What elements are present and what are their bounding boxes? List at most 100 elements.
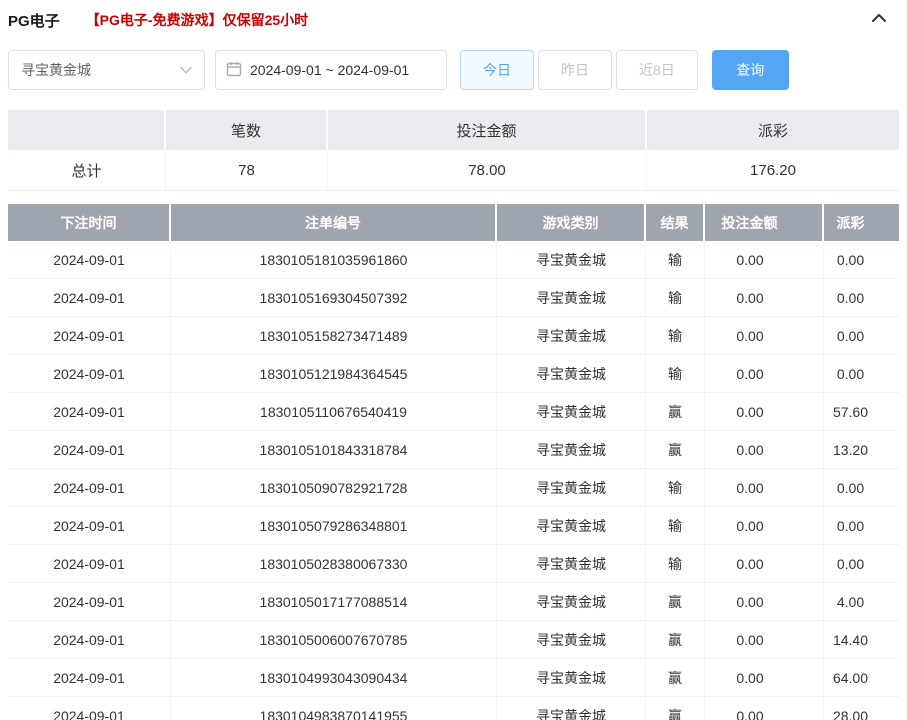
cell-bet-amount: 0.00: [705, 621, 824, 658]
col-header-order-id: 注单编号: [171, 204, 497, 241]
cell-bet-amount: 0.00: [705, 241, 824, 278]
cell-bet-time: 2024-09-01: [8, 697, 171, 720]
quick-button-today[interactable]: 今日: [460, 50, 534, 90]
table-row: 2024-09-011830105101843318784寻宝黄金城赢0.001…: [8, 431, 899, 469]
cell-bet-amount: 0.00: [705, 393, 824, 430]
cell-bet-amount: 0.00: [705, 431, 824, 468]
table-row: 2024-09-011830105028380067330寻宝黄金城输0.000…: [8, 545, 899, 583]
filter-bar: 寻宝黄金城 2024-09-01 ~ 2024-09-01 今日 昨日 近8日 …: [8, 50, 899, 90]
cell-bet-time: 2024-09-01: [8, 507, 171, 544]
summary-total-label: 总计: [8, 150, 166, 190]
cell-bet-time: 2024-09-01: [8, 469, 171, 506]
cell-order-id: 1830105110676540419: [171, 393, 497, 430]
cell-bet-amount: 0.00: [705, 697, 824, 720]
cell-order-id: 1830105006007670785: [171, 621, 497, 658]
table-row: 2024-09-011830105158273471489寻宝黄金城输0.000…: [8, 317, 899, 355]
table-row: 2024-09-011830104983870141955寻宝黄金城赢0.002…: [8, 697, 899, 720]
cell-game-type: 寻宝黄金城: [497, 279, 646, 316]
cell-bet-time: 2024-09-01: [8, 317, 171, 354]
summary-header-payout: 派彩: [647, 110, 899, 150]
cell-game-type: 寻宝黄金城: [497, 317, 646, 354]
panel-header: PG电子 【PG电子-免费游戏】仅保留25小时: [0, 0, 907, 40]
cell-game-type: 寻宝黄金城: [497, 355, 646, 392]
date-range-input[interactable]: 2024-09-01 ~ 2024-09-01: [215, 50, 447, 90]
col-header-result: 结果: [646, 204, 705, 241]
cell-result: 赢: [646, 659, 705, 696]
date-range-value: 2024-09-01 ~ 2024-09-01: [250, 62, 409, 78]
collapse-panel-button[interactable]: [871, 11, 887, 29]
cell-payout: 0.00: [824, 507, 899, 544]
cell-bet-time: 2024-09-01: [8, 659, 171, 696]
cell-result: 输: [646, 241, 705, 278]
cell-bet-amount: 0.00: [705, 583, 824, 620]
col-header-game-type: 游戏类别: [497, 204, 646, 241]
cell-bet-amount: 0.00: [705, 659, 824, 696]
cell-result: 输: [646, 545, 705, 582]
cell-payout: 0.00: [824, 355, 899, 392]
search-button[interactable]: 查询: [712, 50, 789, 90]
cell-bet-time: 2024-09-01: [8, 431, 171, 468]
cell-order-id: 1830105101843318784: [171, 431, 497, 468]
summary-header-row: 笔数 投注金额 派彩: [8, 110, 899, 150]
cell-result: 赢: [646, 621, 705, 658]
summary-header-blank: [8, 110, 166, 150]
cell-game-type: 寻宝黄金城: [497, 621, 646, 658]
notice-text: 【PG电子-免费游戏】仅保留25小时: [86, 10, 308, 30]
cell-bet-time: 2024-09-01: [8, 279, 171, 316]
cell-payout: 57.60: [824, 393, 899, 430]
cell-result: 输: [646, 317, 705, 354]
cell-bet-time: 2024-09-01: [8, 355, 171, 392]
cell-result: 赢: [646, 583, 705, 620]
cell-order-id: 1830105181035961860: [171, 241, 497, 278]
cell-bet-time: 2024-09-01: [8, 621, 171, 658]
cell-game-type: 寻宝黄金城: [497, 431, 646, 468]
chevron-down-icon: [180, 66, 192, 74]
summary-total-payout: 176.20: [647, 150, 899, 190]
col-header-bet-amount: 投注金额: [705, 204, 824, 241]
cell-bet-amount: 0.00: [705, 469, 824, 506]
cell-order-id: 1830105090782921728: [171, 469, 497, 506]
cell-order-id: 1830105158273471489: [171, 317, 497, 354]
table-row: 2024-09-011830104993043090434寻宝黄金城赢0.006…: [8, 659, 899, 697]
cell-bet-amount: 0.00: [705, 355, 824, 392]
cell-payout: 64.00: [824, 659, 899, 696]
summary-header-bet-amount: 投注金额: [328, 110, 647, 150]
cell-bet-time: 2024-09-01: [8, 583, 171, 620]
page-title: PG电子: [8, 10, 60, 31]
cell-payout: 28.00: [824, 697, 899, 720]
cell-payout: 0.00: [824, 545, 899, 582]
quick-button-last-8-days[interactable]: 近8日: [616, 50, 698, 90]
cell-game-type: 寻宝黄金城: [497, 241, 646, 278]
cell-payout: 4.00: [824, 583, 899, 620]
cell-payout: 0.00: [824, 317, 899, 354]
cell-result: 赢: [646, 393, 705, 430]
cell-result: 输: [646, 279, 705, 316]
cell-payout: 0.00: [824, 279, 899, 316]
game-select[interactable]: 寻宝黄金城: [8, 50, 205, 90]
cell-bet-amount: 0.00: [705, 317, 824, 354]
table-row: 2024-09-011830105090782921728寻宝黄金城输0.000…: [8, 469, 899, 507]
records-table-body: 2024-09-011830105181035961860寻宝黄金城输0.000…: [8, 241, 899, 720]
cell-payout: 0.00: [824, 469, 899, 506]
summary-total-row: 总计 78 78.00 176.20: [8, 150, 899, 191]
cell-order-id: 1830105017177088514: [171, 583, 497, 620]
cell-order-id: 1830104983870141955: [171, 697, 497, 720]
cell-game-type: 寻宝黄金城: [497, 545, 646, 582]
cell-bet-amount: 0.00: [705, 545, 824, 582]
cell-payout: 14.40: [824, 621, 899, 658]
records-table: 下注时间 注单编号 游戏类别 结果 投注金额 派彩 2024-09-011830…: [8, 204, 899, 720]
table-row: 2024-09-011830105181035961860寻宝黄金城输0.000…: [8, 241, 899, 279]
summary-total-bet-amount: 78.00: [328, 150, 647, 190]
game-select-value: 寻宝黄金城: [21, 60, 91, 80]
cell-order-id: 1830105079286348801: [171, 507, 497, 544]
cell-order-id: 1830104993043090434: [171, 659, 497, 696]
cell-payout: 0.00: [824, 241, 899, 278]
cell-result: 输: [646, 469, 705, 506]
cell-result: 输: [646, 355, 705, 392]
chevron-up-icon: [871, 11, 887, 29]
calendar-icon: [226, 61, 242, 80]
cell-bet-amount: 0.00: [705, 279, 824, 316]
records-table-header: 下注时间 注单编号 游戏类别 结果 投注金额 派彩: [8, 204, 899, 241]
quick-button-yesterday[interactable]: 昨日: [538, 50, 612, 90]
summary-total-count: 78: [166, 150, 328, 190]
